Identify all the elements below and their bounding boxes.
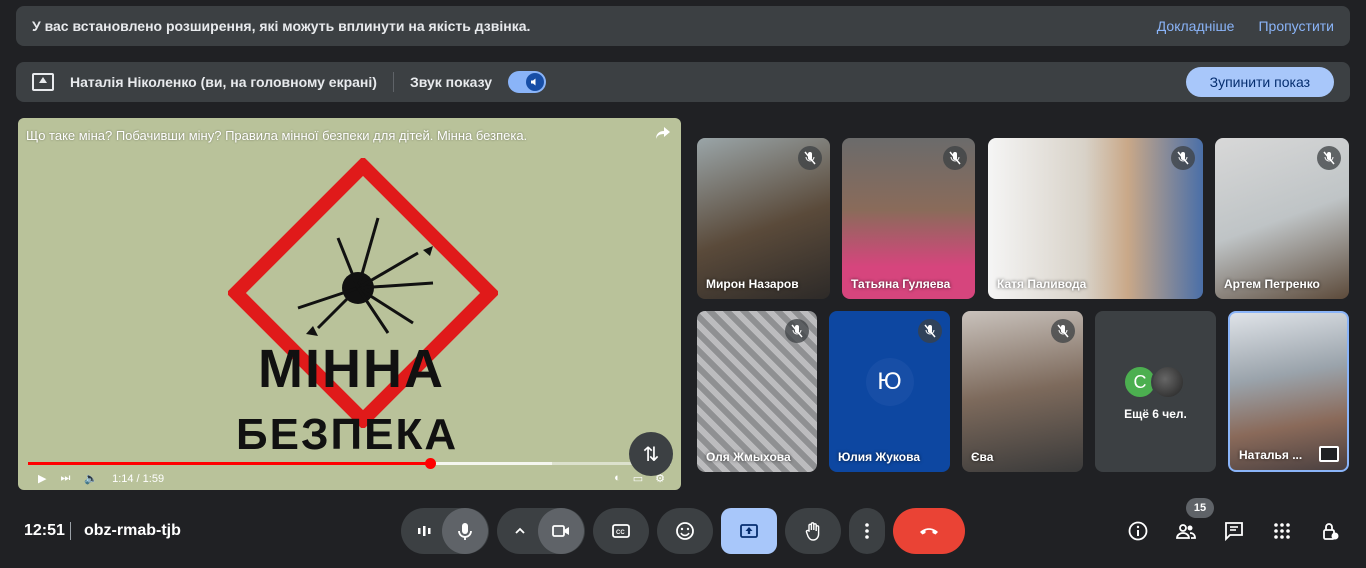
hand-icon xyxy=(805,522,820,541)
mic-off-icon xyxy=(785,319,809,343)
present-button[interactable] xyxy=(721,508,777,554)
headline-line-2: безпека xyxy=(236,410,459,459)
video-progress-bar[interactable] xyxy=(28,458,671,469)
divider xyxy=(392,72,394,92)
participant-tile[interactable]: Єва xyxy=(962,311,1083,472)
lock-person-icon xyxy=(1323,523,1339,540)
svg-text:CC: CC xyxy=(616,530,625,536)
participant-name: Татьяна Гуляева xyxy=(851,277,951,291)
participants-count-badge: 15 xyxy=(1186,498,1214,518)
participant-name: Катя Паливода xyxy=(997,277,1087,291)
people-icon xyxy=(1176,524,1196,539)
stop-presenting-button[interactable]: Зупинити показ xyxy=(1185,67,1334,97)
video-time: 1:14 / 1:59 xyxy=(112,472,165,485)
apps-grid-icon xyxy=(1274,523,1290,539)
participant-tile[interactable]: Катя Паливода xyxy=(988,138,1203,299)
clock: 12:51 xyxy=(24,522,65,539)
progress-played xyxy=(28,462,430,465)
participant-name: Наталья ... xyxy=(1239,448,1303,462)
participant-tile[interactable]: Оля Жмыхова xyxy=(697,311,817,472)
emoji-button[interactable] xyxy=(657,508,713,554)
meeting-code: obz-rmab-tjb xyxy=(84,522,181,539)
more-options-button[interactable] xyxy=(849,508,885,554)
more-participants-tile[interactable]: С Ещё 6 чел. xyxy=(1095,311,1216,472)
presenting-bar: Наталія Ніколенко (ви, на головному екра… xyxy=(16,62,1350,102)
picture-in-picture-icon[interactable] xyxy=(1319,446,1339,462)
more-avatars: С xyxy=(1123,365,1185,399)
hang-up-icon xyxy=(920,528,938,535)
speaker-icon xyxy=(526,73,545,91)
autoplay-toggle-icon[interactable]: ◐ xyxy=(614,472,621,485)
play-icon[interactable]: ▶ xyxy=(38,472,46,485)
emoji-icon xyxy=(676,522,694,540)
camera-options-chevron-icon[interactable] xyxy=(503,508,537,554)
participant-tile[interactable]: Татьяна Гуляева xyxy=(842,138,975,299)
chat-icon xyxy=(1225,522,1243,542)
banner-text: У вас встановлено розширення, які можуть… xyxy=(32,18,531,34)
player-controls: ▶ ⏭ 🔈 1:14 / 1:59 xyxy=(38,472,164,485)
participant-tile[interactable]: Ю Юлия Жукова xyxy=(829,311,950,472)
participants-button[interactable] xyxy=(1171,516,1201,546)
share-icon[interactable] xyxy=(655,126,671,145)
self-tile[interactable]: Наталья ... xyxy=(1228,311,1349,472)
sound-toggle[interactable] xyxy=(508,71,547,93)
present-icon xyxy=(740,524,758,538)
end-call-button[interactable] xyxy=(893,508,965,554)
host-controls-button[interactable] xyxy=(1315,516,1345,546)
camera-icon xyxy=(552,525,569,537)
mic-off-icon xyxy=(1051,319,1075,343)
participant-name: Артем Петренко xyxy=(1224,277,1320,291)
shared-screen[interactable]: Що таке міна? Побачивши міну? Правила мі… xyxy=(18,118,681,490)
meeting-info-button[interactable] xyxy=(1123,516,1153,546)
more-participants-label: Ещё 6 чел. xyxy=(1124,407,1187,421)
chat-button[interactable] xyxy=(1219,516,1249,546)
next-icon[interactable]: ⏭ xyxy=(60,472,70,485)
captions-icon: CC xyxy=(612,524,630,538)
participant-name: Мирон Назаров xyxy=(706,277,799,291)
video-title: Що таке міна? Побачивши міну? Правила мі… xyxy=(26,128,528,143)
raise-hand-button[interactable] xyxy=(785,508,841,554)
camera-button[interactable] xyxy=(538,508,584,554)
participant-tile[interactable]: Артем Петренко xyxy=(1215,138,1349,299)
avatar xyxy=(1151,365,1185,399)
participant-name: Оля Жмыхова xyxy=(706,450,791,464)
mic-off-icon xyxy=(798,146,822,170)
activities-button[interactable] xyxy=(1267,516,1297,546)
present-screen-icon xyxy=(32,73,54,91)
more-vert-icon xyxy=(865,523,869,539)
swap-view-icon[interactable]: ⇅ xyxy=(629,432,673,476)
participant-name: Юлия Жукова xyxy=(838,450,921,464)
info-icon xyxy=(1128,521,1148,541)
mic-off-icon xyxy=(1317,146,1341,170)
sound-label: Звук показу xyxy=(409,74,493,90)
microphone-icon xyxy=(458,523,472,540)
microphone-button[interactable] xyxy=(442,508,488,554)
avatar: Ю xyxy=(865,357,914,406)
mic-off-icon xyxy=(943,146,967,170)
participant-tile[interactable]: Мирон Назаров xyxy=(697,138,830,299)
extension-warning-banner: У вас встановлено розширення, які можуть… xyxy=(16,6,1350,46)
progress-scrubber[interactable] xyxy=(424,458,436,469)
captions-button[interactable]: CC xyxy=(593,508,649,554)
volume-icon[interactable]: 🔈 xyxy=(84,472,98,485)
participant-name: Єва xyxy=(971,450,994,464)
mic-off-icon xyxy=(1171,146,1195,170)
audio-level-icon[interactable] xyxy=(406,508,442,554)
presenter-name: Наталія Ніколенко (ви, на головному екра… xyxy=(70,74,377,90)
headline-line-1: Мінна xyxy=(258,339,445,399)
details-link[interactable]: Докладніше xyxy=(1157,18,1235,34)
mic-off-icon xyxy=(918,319,942,343)
skip-link[interactable]: Пропустити xyxy=(1258,18,1334,34)
divider xyxy=(70,522,71,540)
